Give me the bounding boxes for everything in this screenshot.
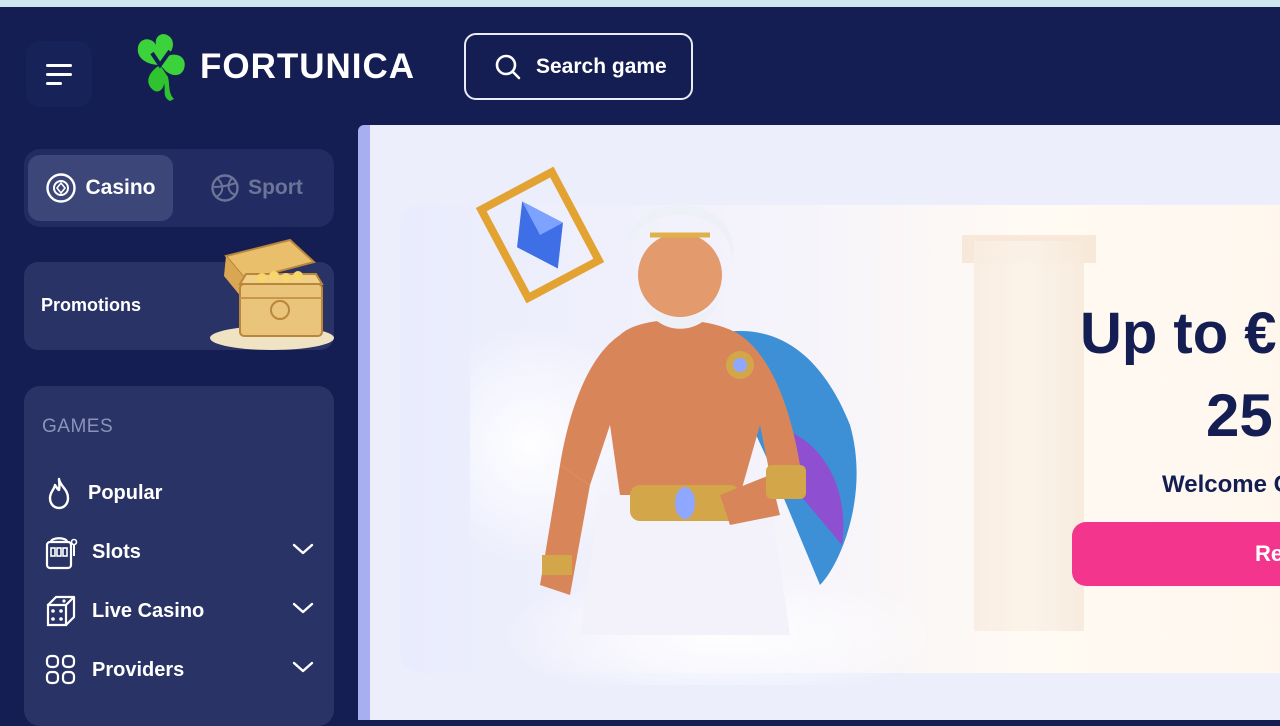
tab-sport[interactable]: Sport bbox=[184, 155, 329, 221]
sidebar-item-live-casino[interactable]: Live Casino bbox=[44, 589, 314, 633]
chevron-down-icon[interactable] bbox=[292, 660, 314, 674]
chevron-down-icon[interactable] bbox=[292, 542, 314, 556]
clover-logo-icon bbox=[137, 34, 185, 101]
search-game-button[interactable]: Search game bbox=[464, 33, 693, 100]
sidebar: Casino Sport Promotions GAMES Popular Sl… bbox=[0, 125, 358, 726]
grid-icon bbox=[45, 654, 76, 685]
register-button-label: Re bbox=[1255, 541, 1280, 566]
flame-icon bbox=[48, 477, 70, 510]
menu-button[interactable] bbox=[26, 41, 92, 107]
promotions-card[interactable]: Promotions bbox=[24, 238, 334, 350]
sidebar-item-providers[interactable]: Providers bbox=[44, 648, 314, 692]
treasure-chest-icon bbox=[210, 238, 334, 350]
sidebar-item-label: Live Casino bbox=[92, 599, 205, 622]
zeus-illustration bbox=[470, 166, 930, 685]
sidebar-item-popular[interactable]: Popular bbox=[44, 471, 314, 515]
sidebar-item-label: Popular bbox=[88, 481, 163, 504]
tab-casino-label: Casino bbox=[85, 176, 156, 199]
scrollbar[interactable] bbox=[358, 125, 370, 720]
dice-icon bbox=[46, 595, 76, 627]
search-icon bbox=[495, 54, 521, 79]
casino-chip-icon bbox=[46, 173, 77, 203]
register-button[interactable]: Re bbox=[1072, 522, 1280, 586]
header: FORTUNICA Search game bbox=[0, 7, 1280, 125]
tab-sport-label: Sport bbox=[248, 176, 303, 199]
pillar-decoration bbox=[974, 241, 1084, 631]
slot-machine-icon bbox=[45, 537, 78, 570]
sidebar-item-slots[interactable]: Slots bbox=[44, 530, 314, 574]
chevron-down-icon[interactable] bbox=[292, 601, 314, 615]
main-content: Up to € 25 Welcome C Re bbox=[370, 125, 1280, 720]
sidebar-item-label: Providers bbox=[92, 658, 185, 681]
browser-top-strip bbox=[0, 0, 1280, 7]
sidebar-item-label: Slots bbox=[92, 540, 141, 563]
games-title: GAMES bbox=[42, 416, 114, 437]
games-menu: GAMES Popular Slots Live Casino Provider… bbox=[24, 386, 334, 726]
banner-amount: 25 bbox=[1206, 382, 1273, 449]
banner-headline: Up to € bbox=[1080, 301, 1277, 366]
ball-icon bbox=[211, 174, 239, 202]
tab-casino[interactable]: Casino bbox=[28, 155, 173, 221]
promotions-label: Promotions bbox=[41, 295, 142, 315]
banner-welcome-text: Welcome C bbox=[1162, 471, 1280, 498]
logo-text: FORTUNICA bbox=[200, 47, 416, 86]
search-label: Search game bbox=[536, 54, 667, 78]
casino-sport-switch: Casino Sport bbox=[24, 149, 334, 227]
menu-icon bbox=[46, 63, 72, 67]
logo[interactable]: FORTUNICA bbox=[130, 31, 415, 103]
